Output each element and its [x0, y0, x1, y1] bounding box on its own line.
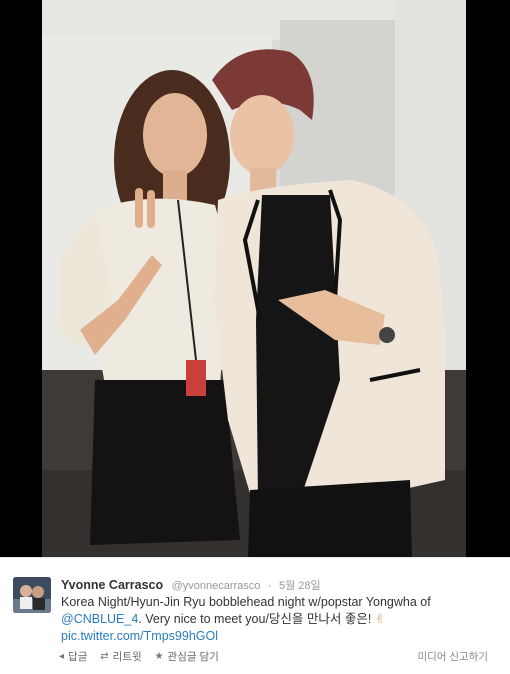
tweet-text-line2: . Very nice to meet you/당신을 만나서 좋은! [138, 612, 372, 626]
tweet-text: Korea Night/Hyun-Jin Ryu bobblehead nigh… [61, 594, 501, 645]
reply-label: 답글 [68, 651, 88, 663]
tweet-header: Yvonne Carrasco @yvonnecarrasco · 5월 28일 [61, 576, 321, 594]
tweet-actions: ◂ 답글 ⇄ 리트윗 ★ 관심글 담기 [59, 649, 229, 664]
separator-dot: · [267, 580, 272, 592]
display-name[interactable]: Yvonne Carrasco [61, 578, 163, 592]
retweet-button[interactable]: ⇄ 리트윗 [100, 649, 141, 664]
mention-link[interactable]: @CNBLUE_4 [61, 612, 138, 626]
avatar[interactable] [13, 577, 51, 613]
tweet-card: Yvonne Carrasco @yvonnecarrasco · 5월 28일… [0, 557, 510, 674]
report-media-link[interactable]: 미디어 신고하기 [417, 649, 488, 664]
pic-link[interactable]: pic.twitter.com/Tmps99hGOl [61, 629, 218, 643]
user-handle[interactable]: @yvonnecarrasco [172, 580, 261, 592]
tweet-photo[interactable] [0, 0, 510, 557]
photo-image [0, 0, 510, 557]
retweet-label: 리트윗 [112, 651, 142, 663]
reply-icon: ◂ [59, 651, 65, 662]
peace-emoji-icon: ✌ [374, 612, 386, 626]
favorite-star-icon: ★ [154, 651, 164, 662]
favorite-label: 관심글 담기 [167, 651, 219, 663]
reply-button[interactable]: ◂ 답글 [59, 649, 87, 664]
tweet-text-line1: Korea Night/Hyun-Jin Ryu bobblehead nigh… [61, 595, 431, 609]
retweet-icon: ⇄ [100, 651, 109, 662]
avatar-image [13, 577, 51, 613]
tweet-date[interactable]: 5월 28일 [279, 580, 321, 592]
favorite-button[interactable]: ★ 관심글 담기 [155, 649, 219, 664]
